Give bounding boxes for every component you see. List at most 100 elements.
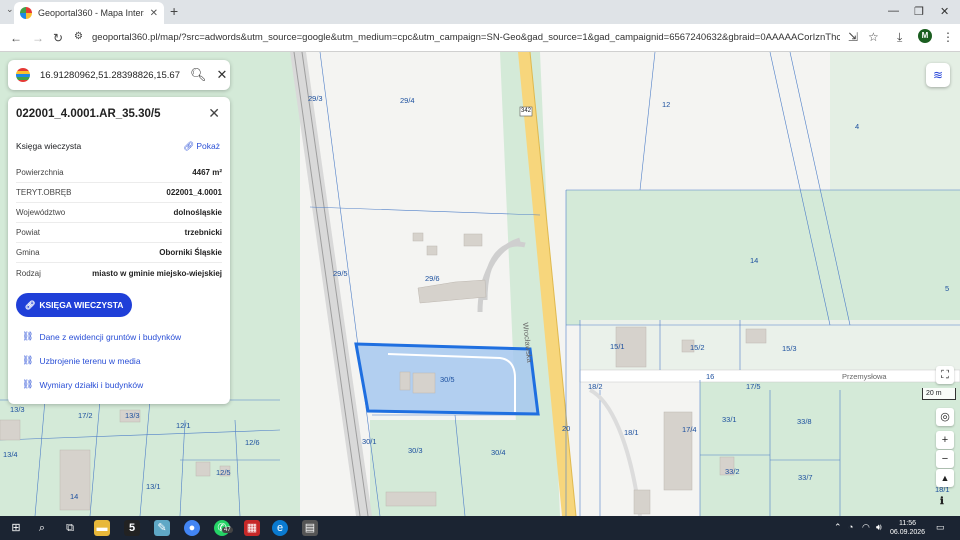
parcel-label: 17/5 (746, 382, 761, 391)
green-area-east (566, 190, 960, 325)
minimize-icon[interactable]: — (888, 5, 899, 17)
app-5-icon[interactable]: 5 (124, 520, 140, 536)
volume-icon[interactable]: 🔊︎ (876, 522, 882, 533)
install-app-icon[interactable]: ⇲ (848, 30, 858, 44)
fullscreen-icon[interactable]: ⛶ (936, 366, 954, 384)
attr-row-teryt: TERYT.OBRĘB 022001_4.0001 (16, 183, 222, 203)
search-box[interactable]: 16.91280962,51.28398826,15.67 🔍︎ ✕ (8, 60, 230, 90)
geoportal-logo-icon[interactable] (16, 68, 30, 82)
download-icon[interactable]: ⤓ (897, 30, 902, 45)
layers-icon[interactable]: ≋ (926, 63, 950, 87)
browser-tab[interactable]: Geoportal360 - Mapa Interakty ✕ (14, 2, 164, 24)
attr-row-area: Powierzchnia 4467 m² (16, 163, 222, 183)
zoom-in-button[interactable]: + (936, 431, 954, 449)
menu-kebab-icon[interactable]: ⋮ (942, 30, 954, 44)
system-clock[interactable]: 11:56 06.09.2026 (890, 519, 925, 537)
attr-row-commune: Gmina Oborniki Śląskie (16, 243, 222, 263)
parcel-label: 13/1 (146, 482, 161, 491)
geoportal-favicon-icon (20, 7, 32, 19)
profile-avatar[interactable]: M (918, 29, 932, 43)
utilities-link[interactable]: ⛓ Uzbrojenie terenu w media (22, 355, 141, 366)
show-land-register-link[interactable]: 🔗︎ Pokaż (183, 141, 220, 152)
search-icon[interactable]: ⌕ (34, 520, 50, 536)
attr-row-voivodeship: Województwo dolnośląskie (16, 203, 222, 223)
file-explorer-icon[interactable]: ▬ (94, 520, 110, 536)
parcel-label: 30/3 (408, 446, 423, 455)
access-path (588, 388, 642, 516)
land-register-label: Księga wieczysta (16, 141, 82, 151)
attr-row-type: Rodzaj miasto w gminie miejsko-wiejskiej (16, 268, 222, 278)
land-register-row: Księga wieczysta 🔗︎ Pokaż (16, 141, 220, 152)
task-view-icon[interactable]: ⧉ (62, 520, 78, 536)
tray-chevron-icon[interactable]: ⌃ (834, 522, 842, 533)
parcel-label: 29/5 (333, 269, 348, 278)
bookmark-star-icon[interactable]: ☆ (868, 30, 879, 44)
road-number-label: 342 (521, 108, 532, 114)
link-icon: ⛓ (22, 355, 34, 365)
start-icon[interactable]: ⊞ (8, 520, 24, 536)
network-icon[interactable]: ◔ (848, 522, 853, 532)
parcel-label: 15/1 (610, 342, 625, 351)
parcel-label: 4 (855, 122, 860, 131)
notes-app-icon[interactable]: ✎ (154, 520, 170, 536)
rail-line (301, 52, 369, 516)
parcel-label: 30/5 (440, 375, 455, 384)
tab-list-icon[interactable]: ⌄ (6, 4, 14, 15)
locate-me-icon[interactable]: ◎ (936, 408, 954, 426)
link-icon: ⛓ (22, 379, 34, 389)
parcel-label: 29/4 (400, 96, 415, 105)
dimensions-link[interactable]: ⛓ Wymiary działki i budynków (22, 379, 143, 390)
building-in-parcel (412, 372, 436, 394)
side-road (579, 369, 960, 383)
notification-badge: 47 (222, 527, 233, 533)
forward-arrow-icon[interactable]: → (32, 31, 44, 45)
close-window-icon[interactable]: ✕ (940, 5, 949, 18)
parcel-label: 14 (750, 256, 759, 265)
egib-data-link[interactable]: ⛓ Dane z ewidencji gruntów i budynków (22, 331, 181, 342)
close-tab-icon[interactable]: ✕ (150, 8, 158, 19)
building-in-parcel (399, 371, 411, 391)
site-info-icon[interactable]: ⚙ (74, 31, 83, 42)
parcel-label: 20 (562, 424, 571, 433)
parcel-label: 17/4 (682, 425, 697, 434)
calculator-icon[interactable]: ▤ (302, 520, 318, 536)
parcel-label: 17/2 (78, 411, 93, 420)
url-field[interactable]: geoportal360.pl/map/?src=adwords&utm_sou… (92, 32, 840, 43)
search-icon[interactable]: 🔍︎ (190, 67, 207, 83)
parcel-label: 33/2 (725, 467, 740, 476)
clear-search-icon[interactable]: ✕ (217, 67, 228, 83)
chrome-icon[interactable]: ● (184, 520, 200, 536)
parcel-label: 29/3 (308, 94, 323, 103)
browser-tab-bar: ⌄ Geoportal360 - Mapa Interakty ✕ + — ❐ … (0, 0, 960, 24)
street-label-przemyslowa: Przemysłowa (842, 372, 887, 381)
close-panel-icon[interactable]: ✕ (208, 105, 220, 122)
north-arrow-icon[interactable]: ▲ (936, 469, 954, 487)
zoom-out-button[interactable]: − (936, 450, 954, 468)
parcel-label: 5 (945, 284, 950, 293)
land-register-button[interactable]: 🔗︎ KSIĘGA WIECZYSTA (16, 293, 132, 317)
wifi-icon[interactable]: ◠ (862, 522, 870, 533)
parcel-id-title: 022001_4.0001.AR_35.30/5 (16, 108, 161, 120)
restore-icon[interactable]: ❐ (914, 5, 924, 18)
parcel-label: 30/1 (362, 437, 377, 446)
parcel-label: 16 (706, 372, 715, 381)
railway-bed (290, 52, 372, 516)
notifications-icon[interactable]: ▭ (936, 522, 945, 533)
parcel-label: 13/3 (125, 411, 140, 420)
info-icon[interactable]: ℹ (940, 496, 944, 507)
parcel-label: 12/6 (245, 438, 260, 447)
parcel-label: 30/4 (491, 448, 506, 457)
reload-icon[interactable]: ↻ (53, 31, 63, 45)
parcel-label: 14 (70, 492, 79, 501)
new-tab-button[interactable]: + (170, 3, 178, 19)
parcel-label: 13/4 (3, 450, 18, 459)
link-icon: 🔗︎ (24, 299, 36, 310)
media-app-icon[interactable]: ▦ (244, 520, 260, 536)
back-arrow-icon[interactable]: ← (10, 31, 22, 45)
parcel-label: 13/3 (10, 405, 25, 414)
parcel-label: 12/5 (216, 468, 231, 477)
search-input[interactable]: 16.91280962,51.28398826,15.67 (40, 70, 180, 81)
edge-icon[interactable]: e (272, 520, 288, 536)
green-area-southeast (700, 380, 960, 516)
parcel-label: 12/1 (176, 421, 191, 430)
